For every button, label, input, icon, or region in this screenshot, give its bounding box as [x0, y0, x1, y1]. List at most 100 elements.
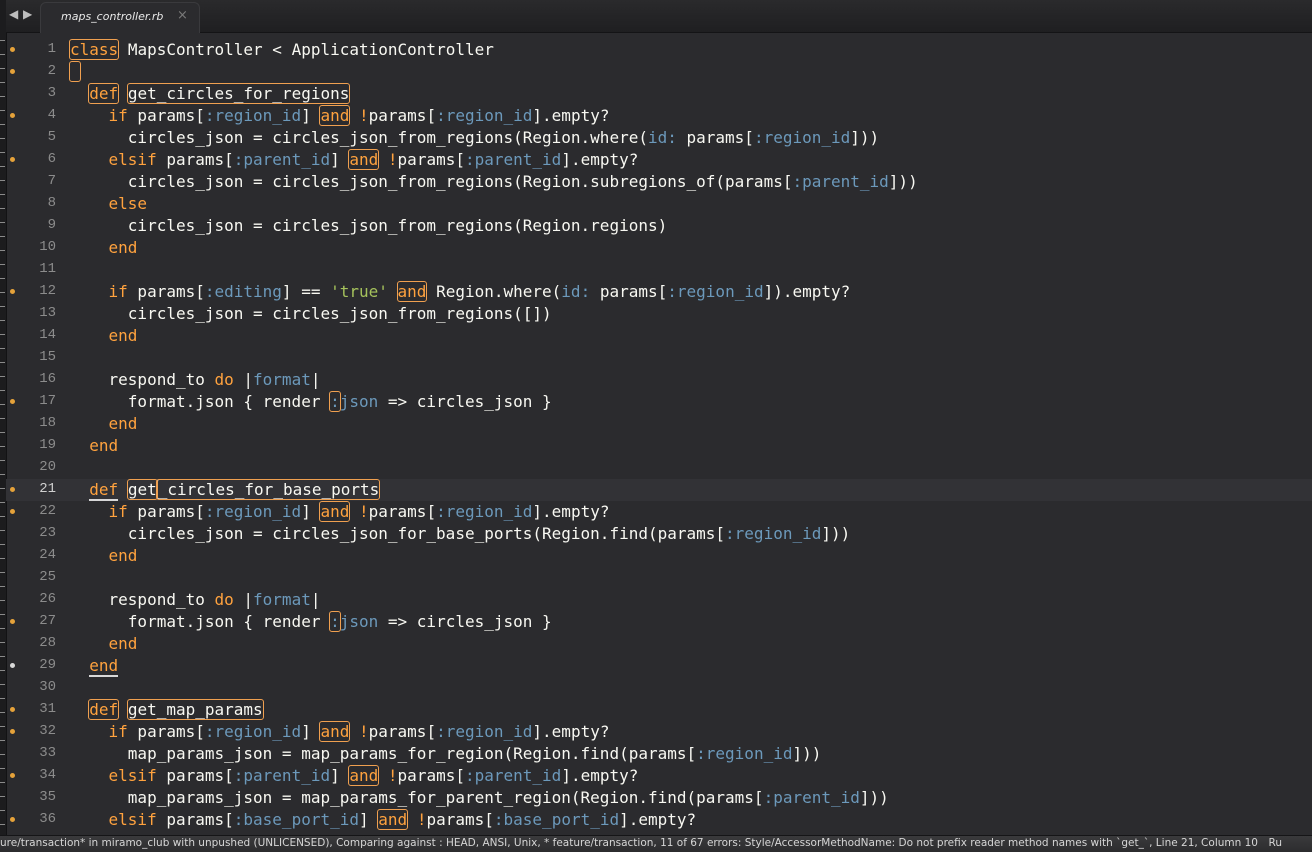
code-text[interactable]: respond_to do |format|: [70, 370, 321, 389]
code-text[interactable]: circles_json = circles_json_for_base_por…: [70, 525, 850, 543]
code-line[interactable]: 33 map_params_json = map_params_for_regi…: [6, 743, 1312, 765]
modified-line-dot-icon: [10, 289, 15, 294]
code-line[interactable]: 4 if params[:region_id] and !params[:reg…: [6, 105, 1312, 127]
code-text[interactable]: map_params_json = map_params_for_region(…: [70, 745, 822, 763]
code-token: :editing: [204, 282, 282, 301]
code-line[interactable]: 5 circles_json = circles_json_from_regio…: [6, 127, 1312, 149]
code-line[interactable]: 10 end: [6, 237, 1312, 259]
code-text[interactable]: end: [70, 656, 119, 677]
code-text[interactable]: format.json { render :json => circles_js…: [70, 611, 552, 632]
code-line[interactable]: 36 elsif params[:base_port_id] and !para…: [6, 809, 1312, 831]
code-text[interactable]: end: [70, 635, 138, 653]
sidebar-tick: [0, 656, 5, 657]
code-line[interactable]: 18 end: [6, 413, 1312, 435]
code-text[interactable]: elsif params[:parent_id] and !params[:pa…: [70, 149, 638, 170]
code-token: def: [88, 699, 120, 720]
code-line[interactable]: 22 if params[:region_id] and !params[:re…: [6, 501, 1312, 523]
code-line[interactable]: 13 circles_json = circles_json_from_regi…: [6, 303, 1312, 325]
code-line[interactable]: 15: [6, 347, 1312, 369]
code-line[interactable]: 29 end: [6, 655, 1312, 677]
code-text[interactable]: def get_map_params: [70, 699, 264, 720]
code-text[interactable]: [69, 61, 81, 82]
tab-maps-controller[interactable]: maps_controller.rb ×: [40, 2, 200, 33]
code-text[interactable]: end: [70, 327, 138, 345]
code-text[interactable]: if params[:editing] == 'true' and Region…: [70, 281, 850, 302]
code-text[interactable]: end: [70, 437, 118, 455]
close-icon[interactable]: ×: [177, 8, 188, 23]
code-token: and: [319, 501, 351, 522]
code-text[interactable]: map_params_json = map_params_for_parent_…: [70, 789, 889, 807]
code-line[interactable]: 11: [6, 259, 1312, 281]
code-line[interactable]: 9 circles_json = circles_json_from_regio…: [6, 215, 1312, 237]
code-text[interactable]: elsif params[:parent_id] and !params[:pa…: [70, 765, 638, 786]
code-text[interactable]: if params[:region_id] and !params[:regio…: [70, 105, 609, 126]
back-arrow-icon[interactable]: ◀: [9, 7, 18, 21]
code-line[interactable]: 7 circles_json = circles_json_from_regio…: [6, 171, 1312, 193]
code-text[interactable]: class MapsController < ApplicationContro…: [68, 39, 494, 60]
code-line[interactable]: 8 else: [6, 193, 1312, 215]
code-token: |: [233, 370, 254, 389]
code-line[interactable]: 31 def get_map_params: [6, 699, 1312, 721]
modified-line-dot-icon: [10, 817, 15, 822]
code-line[interactable]: 1 class MapsController < ApplicationContr…: [6, 39, 1312, 61]
forward-arrow-icon[interactable]: ▶: [23, 7, 32, 21]
code-token: :region_id: [204, 722, 302, 741]
code-line[interactable]: 2: [6, 61, 1312, 83]
code-token: if: [108, 106, 128, 125]
code-text[interactable]: def get_circles_for_regions: [70, 83, 351, 104]
code-token: ]: [330, 766, 350, 785]
code-text[interactable]: circles_json = circles_json_from_regions…: [70, 217, 667, 235]
status-syntax[interactable]: Ru: [1269, 837, 1282, 849]
code-text[interactable]: circles_json = circles_json_from_regions…: [70, 173, 918, 191]
line-number: 13: [39, 305, 56, 321]
code-token: !: [359, 106, 369, 125]
code-line[interactable]: 24 end: [6, 545, 1312, 567]
code-line[interactable]: 23 circles_json = circles_json_for_base_…: [6, 523, 1312, 545]
code-text[interactable]: end: [70, 415, 138, 433]
code-editor[interactable]: 1 class MapsController < ApplicationContr…: [6, 33, 1312, 835]
code-token: if: [108, 722, 128, 741]
code-text[interactable]: circles_json = circles_json_from_regions…: [70, 129, 879, 147]
code-token: :region_id: [667, 282, 764, 301]
modified-line-dot-icon: [10, 399, 15, 404]
code-token: => circles_json }: [378, 612, 552, 631]
code-line[interactable]: 16 respond_to do |format|: [6, 369, 1312, 391]
code-text[interactable]: end: [70, 239, 138, 257]
code-text[interactable]: if params[:region_id] and !params[:regio…: [70, 501, 609, 522]
code-line[interactable]: 26 respond_to do |format|: [6, 589, 1312, 611]
line-number: 33: [39, 745, 56, 761]
code-line[interactable]: 34 elsif params[:parent_id] and !params[…: [6, 765, 1312, 787]
code-line[interactable]: 21 def get_circles_for_base_ports: [6, 479, 1312, 501]
tab-bar: ◀ ▶ maps_controller.rb ×: [6, 0, 1312, 33]
code-line[interactable]: 32 if params[:region_id] and !params[:re…: [6, 721, 1312, 743]
code-text[interactable]: respond_to do |format|: [70, 591, 321, 609]
code-line[interactable]: 28 end: [6, 633, 1312, 655]
code-token: ]: [301, 722, 321, 741]
line-number: 35: [39, 789, 56, 805]
code-line[interactable]: 20: [6, 457, 1312, 479]
code-line[interactable]: 6 elsif params[:parent_id] and !params[:…: [6, 149, 1312, 171]
code-line[interactable]: 30: [6, 677, 1312, 699]
code-line[interactable]: 19 end: [6, 435, 1312, 457]
code-text[interactable]: circles_json = circles_json_from_regions…: [70, 305, 552, 323]
code-text[interactable]: if params[:region_id] and !params[:regio…: [70, 721, 609, 742]
code-line[interactable]: 27 format.json { render :json => circles…: [6, 611, 1312, 633]
code-text[interactable]: elsif params[:base_port_id] and !params[…: [70, 809, 696, 830]
code-text[interactable]: end: [70, 547, 138, 565]
code-text[interactable]: format.json { render :json => circles_js…: [70, 391, 552, 412]
line-number: 18: [39, 415, 56, 431]
code-token: elsif: [108, 150, 157, 169]
code-line[interactable]: 17 format.json { render :json => circles…: [6, 391, 1312, 413]
code-text[interactable]: def get_circles_for_base_ports: [70, 479, 381, 501]
sidebar-tick: [0, 222, 5, 223]
code-text[interactable]: else: [70, 195, 148, 213]
code-line[interactable]: 35 map_params_json = map_params_for_pare…: [6, 787, 1312, 809]
code-line[interactable]: 25: [6, 567, 1312, 589]
code-line[interactable]: 14 end: [6, 325, 1312, 347]
code-line[interactable]: 12 if params[:editing] == 'true' and Reg…: [6, 281, 1312, 303]
code-line[interactable]: 3 def get_circles_for_regions: [6, 83, 1312, 105]
line-number: 12: [39, 283, 56, 299]
